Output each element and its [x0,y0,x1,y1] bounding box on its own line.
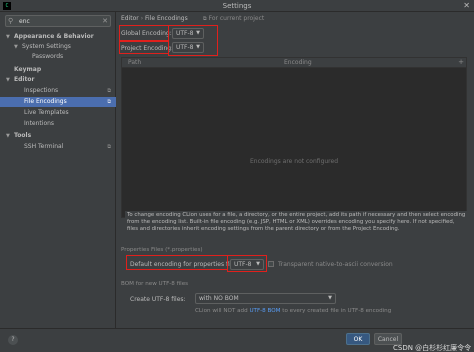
column-header-encoding[interactable]: Encoding [284,59,312,66]
sidebar-item-inspections[interactable]: Inspections ⧉ [0,86,116,96]
project-scope-icon: ⧉ [107,99,111,105]
sidebar-item-label: SSH Terminal [24,143,64,150]
sidebar-item-appearance-behavior[interactable]: ▼ Appearance & Behavior [0,32,116,42]
project-scope-icon: ⧉ [203,16,207,22]
sidebar-item-ssh-terminal[interactable]: SSH Terminal ⧉ [0,142,116,152]
for-current-project-label: For current project [208,15,265,22]
sidebar-item-label: Keymap [14,66,42,73]
breadcrumb-current: File Encodings [145,15,188,22]
for-current-project-hint: ⧉ For current project [203,15,264,22]
properties-section-title: Properties Files (*.properties) [121,247,203,253]
bom-note: CLion will NOT add UTF-8 BOM to every cr… [195,308,391,314]
sidebar-item-tools[interactable]: ▼ Tools [0,131,116,141]
sidebar-item-keymap[interactable]: Keymap [0,65,116,75]
sidebar-item-label: Inspections [24,87,59,94]
search-value: enc [19,18,30,25]
bom-note-text-end: to every created file in UTF-8 encoding [280,308,392,314]
table-empty-text: Encodings are not configured [249,158,339,165]
transparent-native-ascii-label[interactable]: Transparent native-to-ascii conversion [278,261,393,268]
sidebar-item-label: Appearance & Behavior [14,33,94,40]
encoding-help-text: To change encoding CLion uses for a file… [125,211,469,244]
breadcrumb: Editor › File Encodings [121,15,188,22]
sidebar-item-label: Tools [14,132,32,139]
sidebar-item-live-templates[interactable]: Live Templates [0,108,116,118]
sidebar-item-label: System Settings [22,43,71,50]
highlight-annotation-properties-select [227,255,267,272]
close-icon[interactable]: ✕ [463,1,470,10]
bom-note-link[interactable]: UTF-8 BOM [249,308,280,314]
sidebar-item-label: Passwords [32,53,64,60]
highlight-annotation-project-label [119,41,169,54]
search-icon: ⚲ [8,17,14,25]
sidebar-item-file-encodings[interactable]: File Encodings ⧉ [0,97,116,107]
settings-main-panel: Editor › File Encodings ⧉ For current pro… [117,12,474,328]
add-icon[interactable]: + [458,58,464,66]
chevron-down-icon: ▼ [328,295,332,301]
watermark: CSDN @白杉杉红廉令令 [393,344,472,352]
sidebar-item-label: Live Templates [24,109,69,116]
bom-create-value: with NO BOM [199,295,239,302]
table-header: Path Encoding + [122,58,466,68]
chevron-down-icon: ▼ [14,44,18,50]
bom-create-select[interactable]: with NO BOM ▼ [195,293,336,304]
highlight-annotation-global-label [119,25,169,41]
window-titlebar: C Settings ✕ [0,0,474,12]
sidebar-item-label: File Encodings [24,98,67,105]
highlight-annotation-encoding-selects [168,25,218,56]
sidebar-item-passwords[interactable]: Passwords [0,52,116,62]
chevron-down-icon: ▼ [6,34,10,40]
path-encoding-table[interactable]: Path Encoding + Encodings are not config… [121,57,467,218]
sidebar-item-system-settings[interactable]: ▼ System Settings [0,42,116,52]
bom-section-title: BOM for new UTF-8 files [121,281,189,287]
sidebar-item-intentions[interactable]: Intentions [0,119,116,129]
help-icon[interactable]: ? [8,335,18,345]
project-scope-icon: ⧉ [107,144,111,150]
bom-note-text: CLion will NOT add [195,308,250,314]
bom-create-label: Create UTF-8 files: [130,296,186,303]
transparent-native-ascii-checkbox[interactable] [268,261,274,267]
sidebar-item-label: Editor [14,76,35,83]
sidebar-item-editor[interactable]: ▼ Editor [0,75,116,85]
highlight-annotation-properties-label [126,255,228,270]
chevron-down-icon: ▼ [6,133,10,139]
ok-button[interactable]: OK [346,333,370,345]
search-input[interactable]: ⚲ enc ✕ [5,15,111,27]
project-scope-icon: ⧉ [107,88,111,94]
breadcrumb-parent[interactable]: Editor [121,15,139,22]
clear-search-icon[interactable]: ✕ [102,17,108,25]
sidebar-item-label: Intentions [24,120,55,127]
column-header-path[interactable]: Path [128,59,141,66]
settings-sidebar: ⚲ enc ✕ ▼ Appearance & Behavior ▼ System… [0,12,116,328]
chevron-down-icon: ▼ [6,77,10,83]
window-title: Settings [222,2,252,10]
breadcrumb-separator: › [140,15,144,22]
